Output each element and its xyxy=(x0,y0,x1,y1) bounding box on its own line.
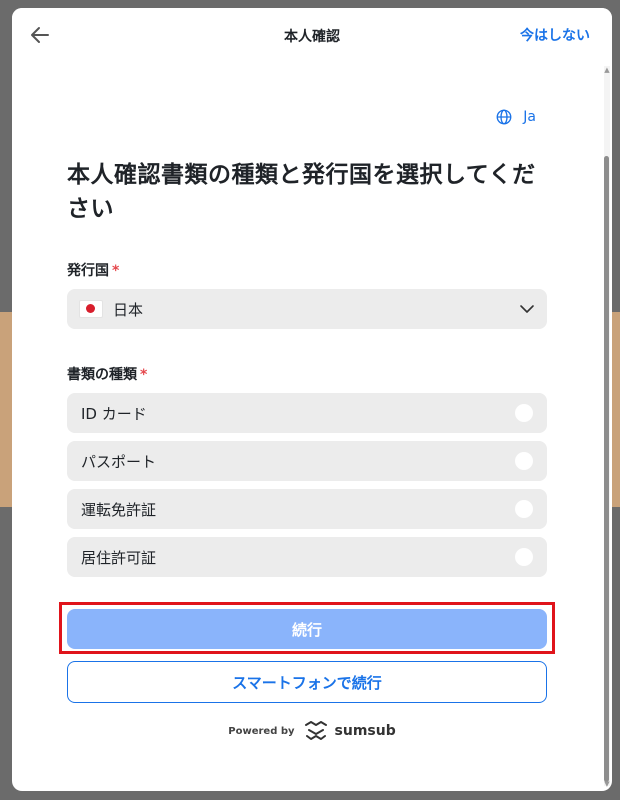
document-option-passport[interactable]: パスポート xyxy=(67,441,547,481)
scrollbar-thumb[interactable] xyxy=(604,156,609,782)
radio-button[interactable] xyxy=(515,548,533,566)
document-option-label: パスポート xyxy=(81,452,157,471)
document-option-id-card[interactable]: ID カード xyxy=(67,393,547,433)
continue-button[interactable]: 続行 xyxy=(67,609,547,649)
country-select[interactable]: 日本 xyxy=(67,289,547,329)
sumsub-logo: sumsub xyxy=(303,721,396,741)
sumsub-logo-text: sumsub xyxy=(334,723,396,739)
country-select-value: 日本 xyxy=(113,300,144,319)
main-content: 本人確認書類の種類と発行国を選択してください 発行国 * 日本 書類の種類 * ID… xyxy=(67,158,547,577)
globe-icon xyxy=(496,109,512,125)
verification-modal: 本人確認 今はしない ユーザー情報登録 本人確認 Ja 本人確認書類の種類と発行… xyxy=(12,8,612,791)
page-title: 本人確認書類の種類と発行国を選択してください xyxy=(67,162,536,222)
document-type-options: ID カード パスポート 運転免許証 居住許可証 xyxy=(67,393,547,585)
document-option-label: 運転免許証 xyxy=(81,500,157,519)
document-option-residence-permit[interactable]: 居住許可証 xyxy=(67,537,547,577)
header-title: 本人確認 xyxy=(284,29,340,45)
radio-button[interactable] xyxy=(515,500,533,518)
document-option-label: 居住許可証 xyxy=(81,548,157,567)
required-marker: * xyxy=(112,263,120,279)
sumsub-logo-icon xyxy=(304,721,327,740)
radio-button[interactable] xyxy=(515,404,533,422)
radio-button[interactable] xyxy=(515,452,533,470)
document-option-label: ID カード xyxy=(81,404,147,423)
background-page-strip-left xyxy=(0,312,12,507)
document-option-drivers-license[interactable]: 運転免許証 xyxy=(67,489,547,529)
powered-by-label: Powered by xyxy=(228,725,295,737)
powered-by-footer: Powered by sumsub xyxy=(12,721,612,741)
document-type-label-text: 書類の種類 xyxy=(67,367,137,383)
scroll-down-arrow-icon[interactable]: ▼ xyxy=(604,780,610,790)
continue-on-phone-button[interactable]: スマートフォンで続行 xyxy=(67,661,547,703)
back-arrow-icon[interactable] xyxy=(28,23,52,47)
country-label: 発行国 * xyxy=(67,260,119,280)
chevron-down-icon xyxy=(520,305,534,313)
country-label-text: 発行国 xyxy=(67,263,109,279)
japan-flag-icon xyxy=(79,300,103,318)
modal-header: 本人確認 今はしない xyxy=(12,8,612,64)
document-type-label: 書類の種類 * xyxy=(67,364,147,384)
language-selector[interactable]: Ja xyxy=(495,108,536,126)
skip-button[interactable]: 今はしない xyxy=(520,25,590,45)
background-page-strip-right xyxy=(612,312,620,507)
required-marker: * xyxy=(140,367,148,383)
language-code: Ja xyxy=(523,109,536,125)
